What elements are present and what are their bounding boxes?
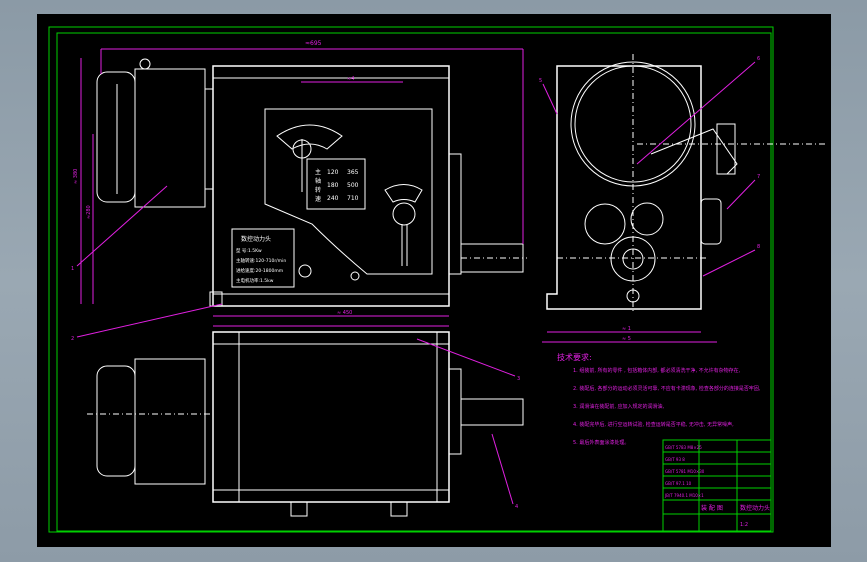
name-plate-line3: 进给速度:20-1800mm bbox=[236, 267, 283, 274]
title-block: GB/T 5783 M8×25 GB/T 93 8 GB/T 5781 M10×… bbox=[662, 439, 772, 533]
side-lever-block bbox=[716, 123, 736, 175]
speed-row1-a: 120 bbox=[327, 169, 339, 176]
tb-row-text-1: GB/T 5783 M8×25 bbox=[665, 445, 702, 450]
speed-row1-b: 365 bbox=[347, 169, 359, 176]
leader-lines: 1 2 3 4 5 6 7 8 bbox=[71, 56, 760, 510]
assembly-drawing: 主 轴 转 速 120 365 180 500 240 710 数控动力头 型 … bbox=[48, 26, 827, 533]
shift-lever-head bbox=[384, 184, 423, 203]
speed-dial bbox=[276, 124, 343, 150]
dim-side-width2-text: ≈ 5 bbox=[622, 336, 631, 342]
leader-label-2: 2 bbox=[71, 336, 74, 342]
dim-height-2-text: ≈280 bbox=[86, 205, 92, 219]
tb-row-text-5: JB/T 7940.1 M10×1 bbox=[664, 493, 704, 498]
speed-label-3: 转 bbox=[315, 186, 321, 194]
motor-body-top bbox=[134, 358, 206, 485]
motor-end-cap bbox=[96, 71, 136, 203]
tb-drawing-type: 装 配 图 bbox=[701, 504, 723, 512]
lifting-eye bbox=[139, 58, 151, 70]
housing-top-view bbox=[212, 331, 450, 503]
leader-1 bbox=[76, 185, 168, 267]
title-block-frame bbox=[662, 439, 772, 533]
tb-row-text-2: GB/T 93 8 bbox=[665, 457, 685, 462]
leader-label-1: 1 bbox=[71, 266, 74, 272]
front-view: 主 轴 转 速 120 365 180 500 240 710 数控动力头 型 … bbox=[73, 40, 527, 317]
output-flange bbox=[448, 153, 462, 275]
side-housing bbox=[546, 65, 702, 310]
foot-screw-right bbox=[390, 501, 408, 517]
name-plate-line1: 型 号:1.5Kw bbox=[236, 247, 262, 254]
speed-row3-b: 710 bbox=[347, 195, 359, 202]
tb-scale: 1:2 bbox=[740, 522, 748, 528]
speed-label-2: 轴 bbox=[315, 177, 321, 185]
tech-requirements: 技术要求: 1. 组装前, 所有的零件 , 包括箱体内部, 都必须清洗干净, 不… bbox=[557, 352, 761, 446]
shift-lever-knob bbox=[392, 202, 416, 226]
tb-name: 数控动力头 bbox=[740, 504, 770, 512]
leader-label-3: 3 bbox=[517, 376, 520, 382]
motor-body bbox=[134, 68, 206, 208]
motor-flange bbox=[204, 88, 214, 190]
leader-label-7: 7 bbox=[757, 174, 760, 180]
leader-4 bbox=[491, 433, 514, 505]
side-boss bbox=[700, 198, 722, 245]
drain-plug bbox=[350, 271, 360, 281]
tech-item-2: 2. 装配后, 各部分的运动必须灵活可靠, 不应有卡滞现象, 检查各部分的连接是… bbox=[573, 385, 761, 392]
inner-frame bbox=[56, 32, 772, 532]
dim-overall-width-text: ≈695 bbox=[305, 40, 322, 47]
output-flange-top bbox=[448, 368, 462, 455]
name-plate-title: 数控动力头 bbox=[241, 235, 271, 243]
leader-7 bbox=[726, 179, 756, 210]
leader-label-6: 6 bbox=[757, 56, 760, 62]
gear-left bbox=[584, 203, 626, 245]
leader-8 bbox=[702, 249, 756, 277]
tech-title: 技术要求: bbox=[557, 352, 592, 362]
tb-row-text-3: GB/T 5781 M10×30 bbox=[665, 469, 705, 474]
foot-screw-left bbox=[290, 501, 308, 517]
output-shaft-top bbox=[460, 398, 524, 426]
name-plate-line4: 主电机功率:1.5kw bbox=[236, 277, 274, 284]
dim-side-width1-text: ≈ 1 bbox=[622, 326, 631, 332]
speed-row2-b: 500 bbox=[347, 182, 359, 189]
tech-item-1: 1. 组装前, 所有的零件 , 包括箱体内部, 都必须清洗干净, 不允许有杂物存… bbox=[573, 367, 741, 374]
cad-viewport[interactable]: 主 轴 转 速 120 365 180 500 240 710 数控动力头 型 … bbox=[37, 14, 831, 547]
dim-dial-span-text: ≈4 bbox=[347, 76, 354, 82]
speed-label-4: 速 bbox=[315, 196, 321, 203]
speed-row3-a: 240 bbox=[327, 195, 339, 202]
tb-row-text-4: GB/T 97.1 10 bbox=[665, 481, 692, 486]
oil-plug bbox=[298, 264, 312, 278]
leader-5 bbox=[542, 83, 558, 115]
leader-3 bbox=[416, 338, 516, 377]
leader-label-4: 4 bbox=[515, 504, 518, 510]
speed-label-1: 主 bbox=[315, 168, 321, 176]
leader-label-5: 5 bbox=[539, 78, 542, 84]
leader-2 bbox=[76, 303, 223, 338]
dim-base-text: ≈ 450 bbox=[337, 310, 352, 316]
tech-item-3: 3. 润滑油在装配前, 应加入规定的润滑油, bbox=[573, 403, 665, 410]
motor-end-cap-top bbox=[96, 365, 136, 477]
side-view: ≈ 1 ≈ 5 bbox=[542, 54, 827, 343]
name-plate-line2: 主轴转速:120-710r/min bbox=[236, 257, 286, 264]
leader-label-8: 8 bbox=[757, 244, 760, 250]
leader-6 bbox=[636, 61, 756, 165]
housing-base bbox=[212, 293, 450, 307]
gear-right bbox=[630, 202, 664, 236]
dim-height-text: ≈ 380 bbox=[73, 169, 79, 184]
tech-item-4: 4. 装配完毕后, 进行空运转试验, 检查运转是否平稳, 无冲击, 无异常噪声, bbox=[573, 421, 734, 428]
speed-row2-a: 180 bbox=[327, 182, 339, 189]
tech-item-5: 5. 最后外表面涂漆处理。 bbox=[573, 439, 629, 446]
